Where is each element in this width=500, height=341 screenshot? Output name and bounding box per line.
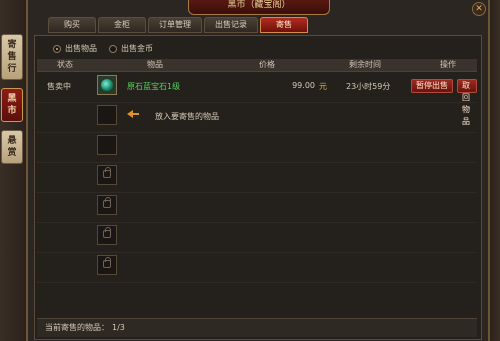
tab-bar: 购买 金柜 订单管理 出售记录 寄售 [48, 17, 308, 35]
item-slot[interactable] [97, 75, 117, 95]
side-tab-label: 赏 [7, 148, 17, 158]
item-name: 原石蓝宝石1级 [127, 82, 181, 91]
place-item-hint: 放入要寄售的物品 [155, 112, 219, 121]
table-row [37, 133, 477, 163]
radio-unchecked-icon [109, 44, 117, 53]
sapphire-icon [101, 79, 113, 91]
consignment-content: 出售物品 出售金币 状态 物品 价格 剩余时间 操作 售卖中 原石蓝宝石1级 9… [34, 35, 482, 340]
side-tabs: 寄 售 行 黑 市 悬 赏 [1, 34, 23, 172]
consigned-count-value: 1/3 [112, 323, 125, 332]
table-row: 售卖中 原石蓝宝石1级 99.00 元 23小时59分 暂停出售 取回物品 [37, 73, 477, 126]
locked-item-slot [97, 165, 117, 185]
radio-sell-gold[interactable]: 出售金币 [109, 43, 153, 54]
empty-item-slot[interactable] [97, 135, 117, 155]
col-price: 价格 [259, 60, 275, 69]
table-row: 放入要寄售的物品 [37, 103, 477, 133]
remaining-time: 23小时59分 [346, 82, 391, 91]
table-row [37, 193, 477, 223]
side-tab-label: 悬 [7, 136, 17, 146]
side-tab-label: 售 [7, 52, 17, 62]
side-tab-label: 寄 [7, 40, 17, 50]
tab-sales-log[interactable]: 出售记录 [204, 17, 258, 33]
table-row [37, 223, 477, 253]
side-tab-label: 黑 [7, 94, 17, 104]
col-remaining: 剩余时间 [349, 60, 381, 69]
side-tab-black-market[interactable]: 黑 市 [1, 88, 23, 122]
close-icon[interactable]: ✕ [472, 2, 486, 16]
locked-item-slot [97, 255, 117, 275]
side-tab-label: 行 [7, 64, 17, 74]
consigned-count-label: 当前寄售的物品： [45, 323, 109, 332]
tab-vault[interactable]: 金柜 [98, 17, 146, 33]
radio-sell-items[interactable]: 出售物品 [53, 43, 97, 54]
locked-item-slot [97, 225, 117, 245]
right-frame [490, 0, 500, 341]
lock-icon [103, 257, 111, 268]
col-item: 物品 [147, 60, 163, 69]
col-actions: 操作 [440, 60, 456, 69]
side-tab-label: 市 [7, 106, 17, 116]
lock-icon [103, 227, 111, 238]
currency-label: 元 [319, 82, 327, 91]
radio-checked-icon [53, 44, 61, 53]
left-arrow-icon [127, 110, 139, 118]
side-tab-bounty[interactable]: 悬 赏 [1, 130, 23, 164]
table-header: 状态 物品 价格 剩余时间 操作 [37, 59, 477, 72]
footer-bar: 当前寄售的物品： 1/3 [37, 318, 477, 337]
tab-orders[interactable]: 订单管理 [148, 17, 202, 33]
radio-label: 出售物品 [65, 44, 97, 53]
price-value: 99.00 [292, 81, 315, 90]
black-market-panel: 黑市（藏宝阁） ✕ 购买 金柜 订单管理 出售记录 寄售 出售物品 出售金币 状… [26, 0, 490, 341]
status-text: 售卖中 [47, 82, 71, 91]
window-title: 黑市（藏宝阁） [188, 0, 330, 15]
locked-item-slot [97, 195, 117, 215]
empty-item-slot[interactable] [97, 105, 117, 125]
lock-icon [103, 167, 111, 178]
col-status: 状态 [57, 60, 73, 69]
retrieve-item-button[interactable]: 取回物品 [457, 79, 477, 126]
tab-consign[interactable]: 寄售 [260, 17, 308, 33]
table-row [37, 163, 477, 193]
table-row [37, 253, 477, 283]
sell-type-radios: 出售物品 出售金币 [53, 43, 153, 54]
side-tab-consignment[interactable]: 寄 售 行 [1, 34, 23, 80]
tab-buy[interactable]: 购买 [48, 17, 96, 33]
lock-icon [103, 197, 111, 208]
radio-label: 出售金币 [121, 44, 153, 53]
consignment-rows: 售卖中 原石蓝宝石1级 99.00 元 23小时59分 暂停出售 取回物品 放入… [37, 73, 477, 283]
pause-sale-button[interactable]: 暂停出售 [411, 79, 453, 93]
